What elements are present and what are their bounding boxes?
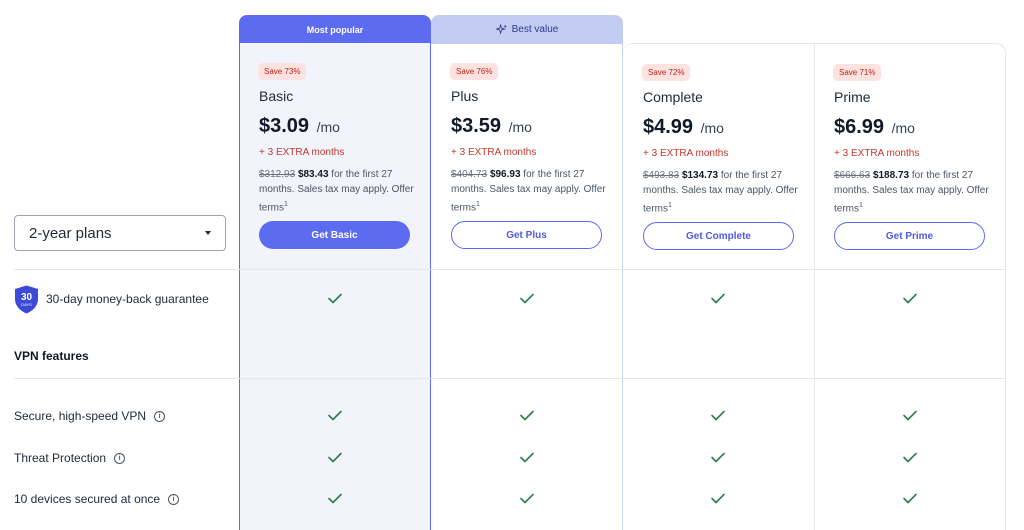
check-icon xyxy=(328,493,342,504)
check-icon xyxy=(711,410,725,421)
divider xyxy=(14,269,1006,270)
section-title-vpn-features: VPN features xyxy=(14,349,89,363)
plan-price: $3.09 /mo xyxy=(259,115,340,137)
info-icon[interactable]: i xyxy=(168,493,180,505)
check-icon xyxy=(328,293,342,304)
plan-name: Plus xyxy=(451,88,479,104)
check-icon xyxy=(520,410,534,421)
best-value-ribbon: Best value xyxy=(431,15,623,44)
check-icon xyxy=(903,452,917,463)
plan-duration-dropdown[interactable]: 2-year plans xyxy=(14,215,226,251)
plan-terms: $404.73 $96.93 for the first 27 months. … xyxy=(451,169,606,214)
sparkle-icon xyxy=(495,24,507,35)
plan-terms: $493.83 $134.73 for the first 27 months.… xyxy=(643,170,798,215)
most-popular-ribbon: Most popular xyxy=(239,15,431,44)
plan-price: $3.59 /mo xyxy=(451,115,532,137)
money-back-guarantee-label: 30-day money-back guarantee xyxy=(46,292,209,306)
plan-price: $4.99 /mo xyxy=(643,116,724,138)
check-icon xyxy=(903,410,917,421)
plan-price: $6.99 /mo xyxy=(834,116,915,138)
check-icon xyxy=(520,293,534,304)
feature-row-label: Secure, high-speed VPN i xyxy=(14,409,166,423)
info-icon[interactable]: i xyxy=(154,410,166,422)
extra-months: + 3 EXTRA months xyxy=(643,148,729,159)
check-icon xyxy=(711,293,725,304)
save-badge: Save 72% xyxy=(642,64,691,81)
get-prime-button[interactable]: Get Prime xyxy=(834,222,985,250)
save-badge: Save 76% xyxy=(450,63,499,80)
plan-terms: $312.93 $83.43 for the first 27 months. … xyxy=(259,169,414,214)
get-plus-button[interactable]: Get Plus xyxy=(451,221,602,249)
check-icon xyxy=(711,493,725,504)
check-icon xyxy=(328,452,342,463)
get-basic-button[interactable]: Get Basic xyxy=(259,221,410,249)
save-badge: Save 71% xyxy=(833,64,882,81)
check-icon xyxy=(328,410,342,421)
best-value-label: Best value xyxy=(511,24,559,35)
feature-row-label: Threat Protection i xyxy=(14,451,126,465)
plan-name: Complete xyxy=(643,89,703,105)
feature-row-label: 10 devices secured at once i xyxy=(14,492,180,506)
check-icon xyxy=(903,293,917,304)
check-icon xyxy=(520,452,534,463)
plan-duration-value: 2-year plans xyxy=(29,224,112,242)
divider xyxy=(14,378,1006,379)
get-complete-button[interactable]: Get Complete xyxy=(643,222,794,250)
check-icon xyxy=(520,493,534,504)
shield-30-days-icon: 30 DAYS xyxy=(15,285,38,314)
save-badge: Save 73% xyxy=(258,63,307,80)
extra-months: + 3 EXTRA months xyxy=(834,148,920,159)
chevron-down-icon xyxy=(205,231,211,235)
plan-name: Prime xyxy=(834,89,871,105)
check-icon xyxy=(903,493,917,504)
svg-text:DAYS: DAYS xyxy=(21,302,32,307)
plan-name: Basic xyxy=(259,88,294,104)
extra-months: + 3 EXTRA months xyxy=(451,147,537,158)
plan-terms: $666.63 $188.73 for the first 27 months.… xyxy=(834,170,989,215)
info-icon[interactable]: i xyxy=(114,452,126,464)
check-icon xyxy=(711,452,725,463)
extra-months: + 3 EXTRA months xyxy=(259,147,345,158)
